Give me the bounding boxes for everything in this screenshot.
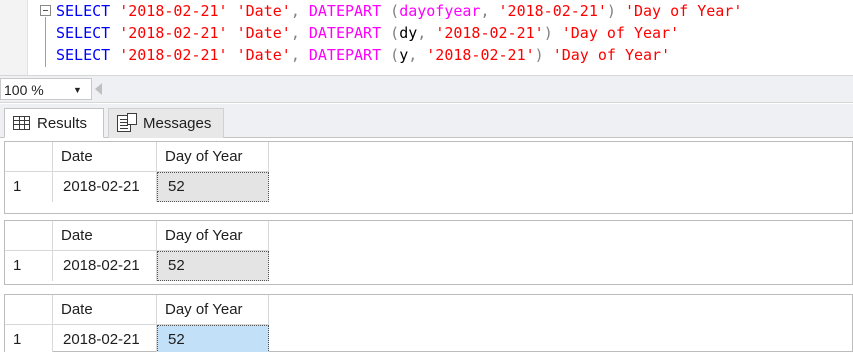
date-cell[interactable]: 2018-02-21 xyxy=(53,325,157,352)
result-grid-2[interactable]: Date Day of Year 1 2018-02-21 52 xyxy=(4,220,853,285)
column-alias: 'Day of Year' xyxy=(624,2,743,20)
result-grid-3[interactable]: Date Day of Year 1 2018-02-21 52 xyxy=(4,294,853,352)
column-header-date[interactable]: Date xyxy=(53,295,157,325)
zoom-dropdown[interactable]: 100 % ▼ xyxy=(0,78,92,100)
function-name: DATEPART xyxy=(308,46,382,64)
datepart-argument: dy xyxy=(399,24,418,42)
query-editor[interactable]: SELECT '2018-02-21' 'Date', DATEPART (da… xyxy=(0,0,853,75)
punctuation: ) xyxy=(606,2,616,20)
grid-icon xyxy=(13,116,30,130)
column-header-day-of-year[interactable]: Day of Year xyxy=(157,142,269,172)
tab-messages-label: Messages xyxy=(143,115,212,132)
row-number-header xyxy=(5,295,53,325)
column-alias: 'Day of Year' xyxy=(561,24,680,42)
column-header-date[interactable]: Date xyxy=(53,221,157,251)
column-header-day-of-year[interactable]: Day of Year xyxy=(157,221,269,251)
datepart-argument: y xyxy=(399,46,409,64)
scroll-left-icon[interactable] xyxy=(95,83,102,95)
string-literal: '2018-02-21' xyxy=(119,2,228,20)
day-of-year-cell[interactable]: 52 xyxy=(157,251,269,281)
function-name: DATEPART xyxy=(308,2,382,20)
column-alias: 'Date' xyxy=(236,2,291,20)
results-tab-strip: Results Messages xyxy=(0,104,853,138)
row-number[interactable]: 1 xyxy=(5,172,53,202)
column-alias: 'Date' xyxy=(236,46,291,64)
string-literal: '2018-02-21' xyxy=(119,24,228,42)
string-literal: '2018-02-21' xyxy=(426,46,535,64)
row-number-header xyxy=(5,221,53,251)
tab-messages[interactable]: Messages xyxy=(108,108,224,138)
dropdown-arrow-icon[interactable]: ▼ xyxy=(73,82,82,98)
row-number-header xyxy=(5,142,53,172)
zoom-bar: 100 % ▼ xyxy=(0,75,853,103)
column-alias: 'Day of Year' xyxy=(552,46,671,64)
function-name: DATEPART xyxy=(308,24,382,42)
code-line-3[interactable]: SELECT '2018-02-21' 'Date', DATEPART (y,… xyxy=(56,44,670,66)
column-header-day-of-year[interactable]: Day of Year xyxy=(157,295,269,325)
keyword: SELECT xyxy=(56,46,111,64)
messages-icon xyxy=(117,113,137,132)
punctuation: , xyxy=(290,2,300,20)
punctuation: , xyxy=(290,46,300,64)
string-literal: '2018-02-21' xyxy=(498,2,607,20)
result-grid-1[interactable]: Date Day of Year 1 2018-02-21 52 xyxy=(4,141,853,214)
column-header-date[interactable]: Date xyxy=(53,142,157,172)
punctuation: ( xyxy=(390,24,400,42)
collapse-icon[interactable] xyxy=(40,5,51,16)
punctuation: ) xyxy=(543,24,553,42)
column-alias: 'Date' xyxy=(236,24,291,42)
tab-results-label: Results xyxy=(37,114,88,132)
punctuation: , xyxy=(480,2,490,20)
code-line-2[interactable]: SELECT '2018-02-21' 'Date', DATEPART (dy… xyxy=(56,22,679,44)
results-area: Date Day of Year 1 2018-02-21 52 Date Da… xyxy=(0,139,853,352)
punctuation: , xyxy=(290,24,300,42)
string-literal: '2018-02-21' xyxy=(119,46,228,64)
punctuation: ( xyxy=(390,46,400,64)
date-cell[interactable]: 2018-02-21 xyxy=(53,251,157,281)
tab-results[interactable]: Results xyxy=(4,108,104,138)
date-cell[interactable]: 2018-02-21 xyxy=(53,172,157,202)
datepart-argument: dayofyear xyxy=(399,2,481,20)
zoom-value: 100 % xyxy=(4,82,44,98)
string-literal: '2018-02-21' xyxy=(435,24,544,42)
outline-line xyxy=(45,17,46,67)
keyword: SELECT xyxy=(56,2,111,20)
row-number[interactable]: 1 xyxy=(5,251,53,281)
row-number[interactable]: 1 xyxy=(5,325,53,352)
punctuation: ) xyxy=(534,46,544,64)
punctuation: ( xyxy=(390,2,400,20)
keyword: SELECT xyxy=(56,24,111,42)
code-line-1[interactable]: SELECT '2018-02-21' 'Date', DATEPART (da… xyxy=(56,0,742,22)
punctuation: , xyxy=(417,24,427,42)
editor-gutter xyxy=(0,0,28,75)
punctuation: , xyxy=(408,46,418,64)
day-of-year-cell[interactable]: 52 xyxy=(157,172,269,202)
day-of-year-cell-selected[interactable]: 52 xyxy=(157,325,269,352)
